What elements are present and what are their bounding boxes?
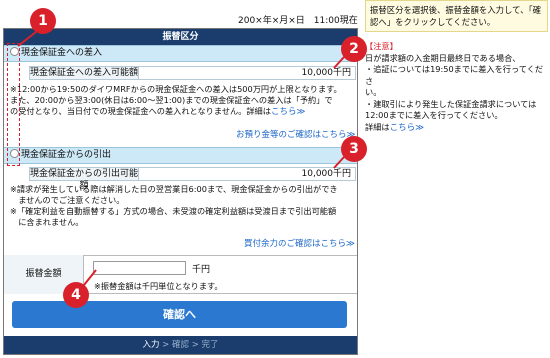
notice-line: ・建取引により発生した保証金請求については [365,98,537,109]
instruction-tip: 振替区分を選択後、振替金額を入力して、「確認へ」をクリックしてください。 [365,0,548,32]
pointer-4 [83,269,97,286]
notice-line: い。 [365,87,382,97]
notice-line: ・追証については19:50までに差入を行ってくださ [365,64,544,86]
notice-line: 詳細は [365,121,390,132]
pointer-1 [17,31,37,47]
notice-detail-link[interactable]: こちら≫ [390,123,424,133]
notice-heading: 【注意】 [365,41,398,51]
notice-line: 12:00までに差入を行ってください。 [365,110,503,120]
pointer-2 [333,56,345,69]
pointer-3 [333,156,345,169]
notice-box: 【注意】 日が請求額の入金期日最終日である場合、 ・追証については19:50まで… [365,41,548,134]
notice-line: 日が請求額の入金期日最終日である場合、 [365,52,521,63]
